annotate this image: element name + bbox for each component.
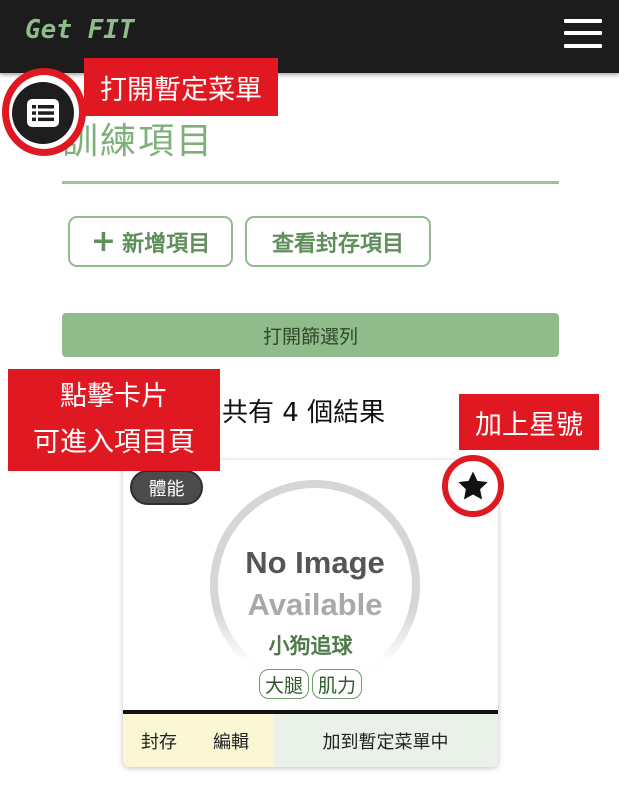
card-footer-left: 封存 編輯 xyxy=(123,714,273,767)
annotation-open-menu: 打開暫定菜單 xyxy=(84,58,278,116)
annotation-card-line1: 點擊卡片 xyxy=(60,381,168,412)
star-button[interactable] xyxy=(442,455,504,517)
annotation-star: 加上星號 xyxy=(459,394,599,450)
annotation-card-click: 點擊卡片 可進入項目頁 xyxy=(8,369,220,471)
result-count: 共有 4 個結果 xyxy=(222,398,386,428)
hamburger-icon[interactable] xyxy=(564,18,602,50)
archive-button[interactable]: 封存 xyxy=(141,728,177,754)
open-temp-menu-button[interactable] xyxy=(12,82,74,144)
exercise-name: 小狗追球 xyxy=(268,634,353,658)
edit-button[interactable]: 編輯 xyxy=(213,728,249,754)
plus-icon: + xyxy=(90,223,117,259)
star-icon xyxy=(458,471,488,500)
view-archived-button[interactable]: 查看封存項目 xyxy=(245,216,431,267)
card-footer: 封存 編輯 加到暫定菜單中 xyxy=(123,714,498,767)
annotation-card-line2: 可進入項目頁 xyxy=(33,427,195,458)
exercise-card[interactable]: No Image Available 體能 小狗追球 大腿 肌力 封存 編輯 加… xyxy=(123,460,498,767)
tag: 大腿 xyxy=(258,669,309,699)
open-filter-button[interactable]: 打開篩選列 xyxy=(62,313,559,357)
brand-logo[interactable]: Get FIT xyxy=(25,15,135,45)
title-divider xyxy=(62,181,559,184)
add-item-button[interactable]: + 新增項目 xyxy=(68,216,233,267)
no-image-line1: No Image xyxy=(245,545,385,580)
tag: 肌力 xyxy=(312,669,363,699)
view-archived-label: 查看封存項目 xyxy=(271,231,404,257)
category-badge: 體能 xyxy=(130,470,203,505)
list-icon xyxy=(27,99,59,127)
filter-label: 打開篩選列 xyxy=(262,325,358,348)
add-item-label: 新增項目 xyxy=(122,231,211,257)
add-to-temp-menu-button[interactable]: 加到暫定菜單中 xyxy=(273,714,498,767)
tag-list: 大腿 肌力 xyxy=(123,669,498,699)
